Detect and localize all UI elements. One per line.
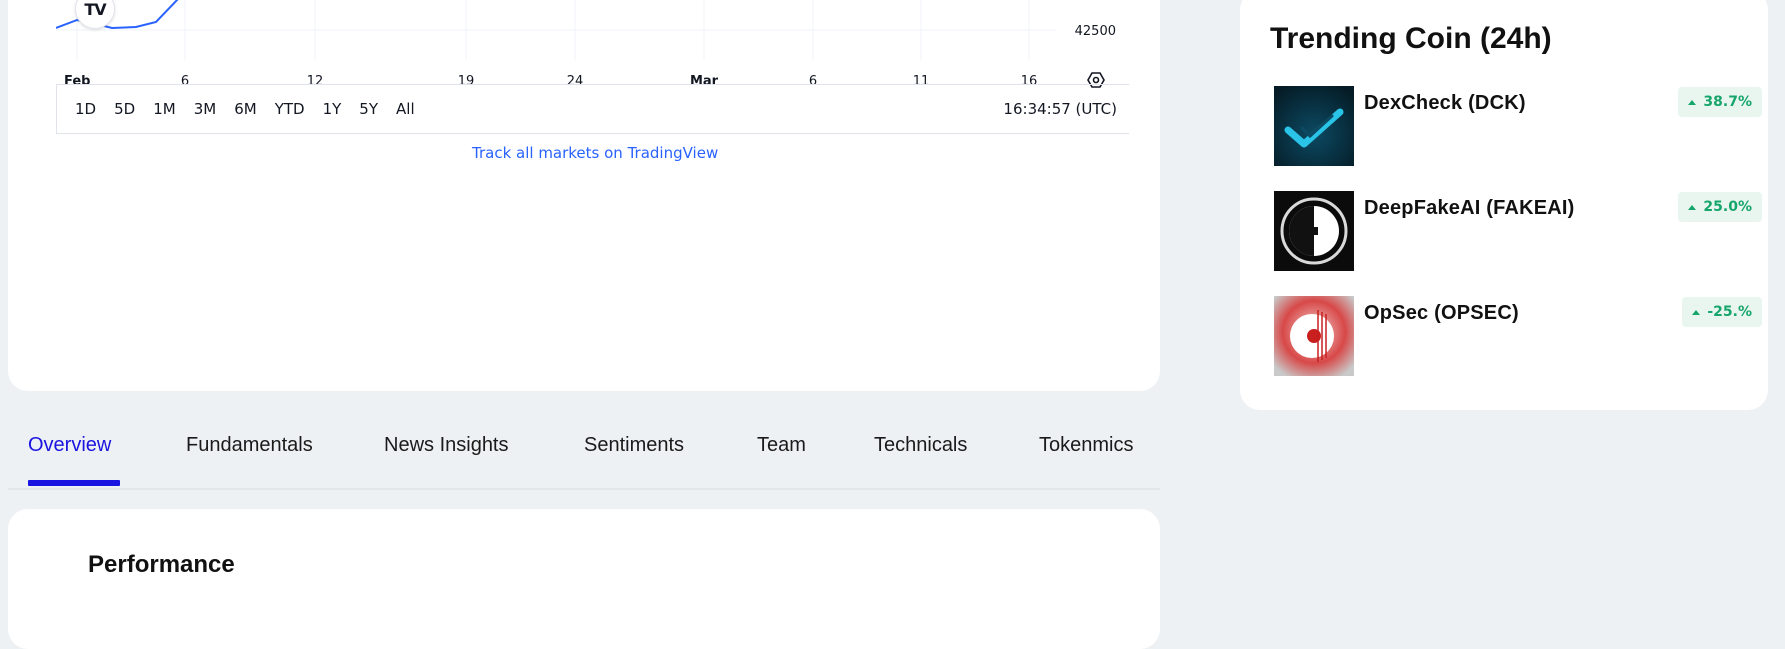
section-tabs: Overview Fundamentals News Insights Sent… — [8, 420, 1160, 490]
price-chart-card: 42500 Feb 6 12 19 24 Mar 6 11 16 TV 1D 5D 1M 3M 6… — [8, 0, 1160, 391]
trending-heading: Trending Coin (24h) — [1270, 22, 1552, 55]
up-triangle-icon — [1688, 204, 1697, 210]
tab-news-insights[interactable]: News Insights — [384, 434, 509, 457]
range-5d-button[interactable]: 5D — [114, 100, 144, 118]
range-1d-button[interactable]: 1D — [75, 100, 105, 118]
change-value: 38.7% — [1703, 94, 1752, 110]
active-tab-indicator — [28, 480, 120, 486]
trending-coin-item[interactable]: DeepFakeAI (FAKEAI) 25.0% — [1274, 191, 1762, 273]
utc-clock[interactable]: 16:34:57 (UTC) — [1003, 85, 1117, 133]
tab-fundamentals[interactable]: Fundamentals — [186, 434, 313, 457]
performance-card: Performance — [8, 509, 1160, 649]
dexcheck-logo-icon — [1274, 86, 1354, 166]
coin-name: DexCheck (DCK) — [1364, 92, 1526, 114]
change-value: -25.% — [1707, 304, 1752, 320]
trending-coin-item[interactable]: OpSec (OPSEC) -25.% — [1274, 296, 1762, 378]
coin-name: DeepFakeAI (FAKEAI) — [1364, 197, 1575, 219]
opsec-logo-icon — [1274, 296, 1354, 376]
up-triangle-icon — [1692, 309, 1701, 315]
up-triangle-icon — [1688, 99, 1697, 105]
range-1m-button[interactable]: 1M — [153, 100, 185, 118]
range-ytd-button[interactable]: YTD — [275, 100, 314, 118]
trending-coin-card: Trending Coin (24h) DexCheck (DCK) 38.7% — [1240, 0, 1768, 410]
change-badge: 25.0% — [1678, 192, 1762, 222]
performance-heading: Performance — [88, 551, 235, 578]
tab-tokenmics[interactable]: Tokenmics — [1039, 434, 1133, 457]
change-badge: -25.% — [1682, 297, 1762, 327]
price-axis-label: 42500 — [1075, 24, 1116, 39]
change-badge: 38.7% — [1678, 87, 1762, 117]
tab-overview[interactable]: Overview — [28, 434, 111, 457]
tab-technicals[interactable]: Technicals — [874, 434, 967, 457]
range-1y-button[interactable]: 1Y — [323, 100, 351, 118]
range-all-button[interactable]: All — [396, 100, 424, 118]
change-value: 25.0% — [1703, 199, 1752, 215]
coin-name: OpSec (OPSEC) — [1364, 302, 1519, 324]
trending-coin-item[interactable]: DexCheck (DCK) 38.7% — [1274, 86, 1762, 168]
tab-sentiments[interactable]: Sentiments — [584, 434, 684, 457]
tab-team[interactable]: Team — [757, 434, 806, 457]
deepfakeai-logo-icon — [1274, 191, 1354, 271]
range-6m-button[interactable]: 6M — [234, 100, 266, 118]
range-3m-button[interactable]: 3M — [194, 100, 226, 118]
range-5y-button[interactable]: 5Y — [359, 100, 387, 118]
tradingview-link[interactable]: Track all markets on TradingView — [472, 144, 718, 162]
chart-range-toolbar: 1D 5D 1M 3M 6M YTD 1Y 5Y All 16:34:57 (U… — [56, 84, 1129, 134]
